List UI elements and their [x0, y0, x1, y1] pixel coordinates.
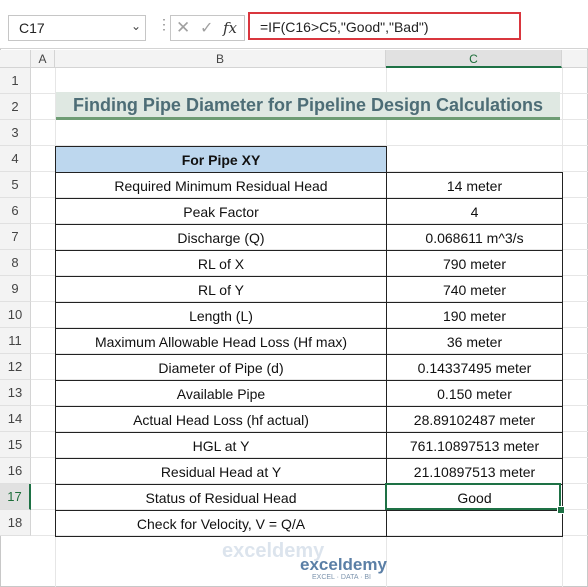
formula-text: =IF(C16>C5,"Good","Bad")	[260, 19, 429, 35]
row-header-15[interactable]: 15	[0, 432, 31, 458]
row-header-1[interactable]: 1	[0, 68, 31, 94]
formula-input[interactable]: =IF(C16>C5,"Good","Bad")	[248, 12, 521, 40]
table-row: Diameter of Pipe (d) 0.14337495 meter	[55, 354, 563, 381]
cell-label[interactable]: RL of X	[55, 250, 387, 277]
table-row: Actual Head Loss (hf actual) 28.89102487 …	[55, 406, 563, 433]
x-icon[interactable]: ✕	[176, 18, 190, 38]
row-header-18[interactable]: 18	[0, 510, 31, 536]
cell-value[interactable]: 21.10897513 meter	[386, 458, 563, 485]
cell-value[interactable]: 0.150 meter	[386, 380, 563, 407]
cell-value[interactable]: 0.068611 m^3/s	[386, 224, 563, 251]
table-row: Residual Head at Y 21.10897513 meter	[55, 458, 563, 485]
cell-value[interactable]: 28.89102487 meter	[386, 406, 563, 433]
cell-value[interactable]: 740 meter	[386, 276, 563, 303]
table-row: Discharge (Q) 0.068611 m^3/s	[55, 224, 563, 251]
row-header-3[interactable]: 3	[0, 120, 31, 146]
table-row: HGL at Y 761.10897513 meter	[55, 432, 563, 459]
table-row: RL of Y 740 meter	[55, 276, 563, 303]
table-row: Required Minimum Residual Head 14 meter	[55, 172, 563, 199]
row-header-5[interactable]: 5	[0, 172, 31, 198]
watermark-brand-front: exceldemy	[300, 555, 387, 574]
row-header-2[interactable]: 2	[0, 94, 31, 120]
cell-value[interactable]: 790 meter	[386, 250, 563, 277]
row-header-14[interactable]: 14	[0, 406, 31, 432]
formula-controls: ✕ ✓ fx	[170, 15, 245, 41]
table-row: Peak Factor 4	[55, 198, 563, 225]
fill-handle[interactable]	[557, 506, 565, 514]
table-row: Check for Velocity, V = Q/A	[55, 510, 563, 537]
row-header-4[interactable]: 4	[0, 146, 31, 172]
formula-bar: C17 ⌄ ⋮ ✕ ✓ fx =IF(C16>C5,"Good","Bad")	[0, 0, 588, 49]
check-icon[interactable]: ✓	[200, 18, 213, 38]
cell-label[interactable]: Residual Head at Y	[55, 458, 387, 485]
column-header-b[interactable]: B	[55, 50, 386, 68]
name-box[interactable]: C17 ⌄	[8, 15, 146, 41]
data-table: For Pipe XY Required Minimum Residual He…	[55, 146, 563, 537]
cell-value[interactable]: 4	[386, 198, 563, 225]
cell-value[interactable]: 36 meter	[386, 328, 563, 355]
row-header-6[interactable]: 6	[0, 198, 31, 224]
select-all-corner[interactable]	[0, 50, 31, 68]
cell-label[interactable]: HGL at Y	[55, 432, 387, 459]
cell-label[interactable]: Peak Factor	[55, 198, 387, 225]
cell-label[interactable]: Actual Head Loss (hf actual)	[55, 406, 387, 433]
cell-value[interactable]: 190 meter	[386, 302, 563, 329]
cell-value[interactable]: 761.10897513 meter	[386, 432, 563, 459]
cell-value[interactable]	[386, 510, 563, 537]
cell-label[interactable]: Available Pipe	[55, 380, 387, 407]
watermark-logo-front: exceldemy	[300, 555, 387, 575]
cell-label[interactable]: Check for Velocity, V = Q/A	[55, 510, 387, 537]
fx-icon[interactable]: fx	[223, 19, 237, 37]
cell-label[interactable]: Status of Residual Head	[55, 484, 387, 511]
cell-label[interactable]: Discharge (Q)	[55, 224, 387, 251]
row-header-9[interactable]: 9	[0, 276, 31, 302]
cell-label[interactable]: Length (L)	[55, 302, 387, 329]
cell-label[interactable]: RL of Y	[55, 276, 387, 303]
row-header-13[interactable]: 13	[0, 380, 31, 406]
cell-label[interactable]: Maximum Allowable Head Loss (Hf max)	[55, 328, 387, 355]
cell-label[interactable]: Diameter of Pipe (d)	[55, 354, 387, 381]
table-row: Length (L) 190 meter	[55, 302, 563, 329]
table-header[interactable]: For Pipe XY	[55, 146, 387, 173]
table-header-empty[interactable]	[386, 146, 563, 173]
cell-value[interactable]: 14 meter	[386, 172, 563, 199]
cell-value[interactable]: 0.14337495 meter	[386, 354, 563, 381]
table-row: RL of X 790 meter	[55, 250, 563, 277]
row-header-12[interactable]: 12	[0, 354, 31, 380]
table-row: Available Pipe 0.150 meter	[55, 380, 563, 407]
cell-label[interactable]: Required Minimum Residual Head	[55, 172, 387, 199]
page-title: Finding Pipe Diameter for Pipeline Desig…	[56, 92, 560, 120]
row-header-8[interactable]: 8	[0, 250, 31, 276]
row-header-16[interactable]: 16	[0, 458, 31, 484]
watermark-tagline: EXCEL · DATA · BI	[312, 574, 371, 581]
column-header-a[interactable]: A	[31, 50, 55, 68]
more-options-icon[interactable]: ⋮	[157, 16, 171, 33]
row-header-10[interactable]: 10	[0, 302, 31, 328]
cell-value[interactable]: Good	[386, 484, 563, 511]
chevron-down-icon[interactable]: ⌄	[131, 19, 141, 33]
column-header-c[interactable]: C	[386, 50, 562, 68]
table-row: Status of Residual Head Good	[55, 484, 563, 511]
table-row: Maximum Allowable Head Loss (Hf max) 36 m…	[55, 328, 563, 355]
name-box-value: C17	[19, 20, 45, 36]
row-header-11[interactable]: 11	[0, 328, 31, 354]
column-header-d[interactable]	[562, 50, 588, 68]
row-header-7[interactable]: 7	[0, 224, 31, 250]
row-header-17[interactable]: 17	[0, 484, 31, 510]
